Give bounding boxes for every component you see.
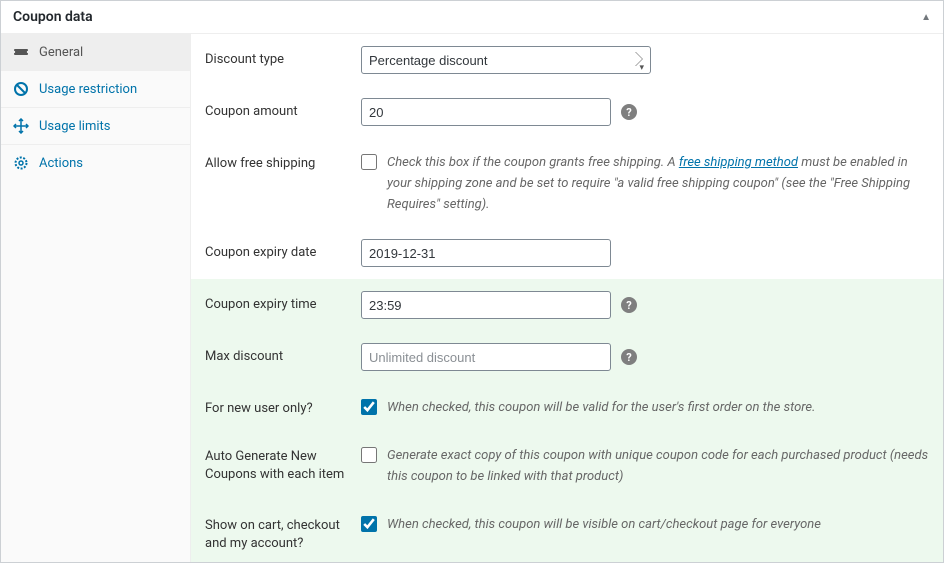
tab-label: Usage restriction — [39, 82, 137, 97]
free-shipping-description: Check this box if the coupon grants free… — [387, 150, 929, 215]
field-max-discount: Max discount ? — [191, 331, 943, 383]
field-expiry-date: Coupon expiry date — [191, 227, 943, 279]
free-shipping-method-link[interactable]: free shipping method — [679, 155, 798, 170]
show-on-cart-description: When checked, this coupon will be visibl… — [387, 512, 929, 536]
tabs-sidebar: General Usage restriction Usage limits A… — [1, 34, 191, 562]
collapse-icon[interactable]: ▲ — [921, 12, 931, 23]
label-auto-generate: Auto Generate New Coupons with each item — [205, 443, 351, 484]
help-icon[interactable]: ? — [621, 104, 637, 120]
new-user-description: When checked, this coupon will be valid … — [387, 395, 929, 419]
field-coupon-amount: Coupon amount ? — [191, 86, 943, 138]
tab-label: Usage limits — [39, 119, 110, 134]
new-user-checkbox[interactable] — [361, 399, 377, 415]
coupon-data-panel: Coupon data ▲ General Usage restriction — [0, 0, 944, 563]
tab-usage-restriction[interactable]: Usage restriction — [1, 71, 190, 108]
tab-label: General — [39, 45, 83, 60]
label-discount-type: Discount type — [205, 46, 351, 69]
main-content: Discount type Percentage discount ▾ Coup… — [191, 34, 943, 562]
field-show-on-cart: Show on cart, checkout and my account? W… — [191, 500, 943, 562]
discount-type-select[interactable]: Percentage discount — [361, 46, 651, 74]
panel-body: General Usage restriction Usage limits A… — [1, 34, 943, 562]
label-expiry-time: Coupon expiry time — [205, 291, 351, 314]
label-new-user-only: For new user only? — [205, 395, 351, 418]
label-coupon-amount: Coupon amount — [205, 98, 351, 121]
field-discount-type: Discount type Percentage discount ▾ — [191, 34, 943, 86]
panel-header: Coupon data ▲ — [1, 1, 943, 34]
expiry-date-input[interactable] — [361, 239, 611, 267]
tab-usage-limits[interactable]: Usage limits — [1, 108, 190, 145]
label-free-shipping: Allow free shipping — [205, 150, 351, 173]
panel-title: Coupon data — [13, 9, 93, 25]
tab-actions[interactable]: Actions — [1, 145, 190, 181]
gear-icon — [13, 155, 29, 171]
expiry-time-input[interactable] — [361, 291, 611, 319]
ticket-icon — [13, 44, 29, 60]
field-free-shipping: Allow free shipping Check this box if th… — [191, 138, 943, 227]
max-discount-input[interactable] — [361, 343, 611, 371]
label-expiry-date: Coupon expiry date — [205, 239, 351, 262]
tab-general[interactable]: General — [1, 34, 190, 71]
help-icon[interactable]: ? — [621, 297, 637, 313]
auto-generate-checkbox[interactable] — [361, 447, 377, 463]
field-new-user-only: For new user only? When checked, this co… — [191, 383, 943, 431]
field-auto-generate: Auto Generate New Coupons with each item… — [191, 431, 943, 500]
free-shipping-checkbox[interactable] — [361, 154, 377, 170]
label-show-on-cart: Show on cart, checkout and my account? — [205, 512, 351, 553]
field-expiry-time: Coupon expiry time ? — [191, 279, 943, 331]
move-icon — [13, 118, 29, 134]
show-on-cart-checkbox[interactable] — [361, 516, 377, 532]
help-icon[interactable]: ? — [621, 349, 637, 365]
ban-icon — [13, 81, 29, 97]
tab-label: Actions — [39, 156, 83, 171]
coupon-amount-input[interactable] — [361, 98, 611, 126]
label-max-discount: Max discount — [205, 343, 351, 366]
auto-generate-description: Generate exact copy of this coupon with … — [387, 443, 929, 488]
